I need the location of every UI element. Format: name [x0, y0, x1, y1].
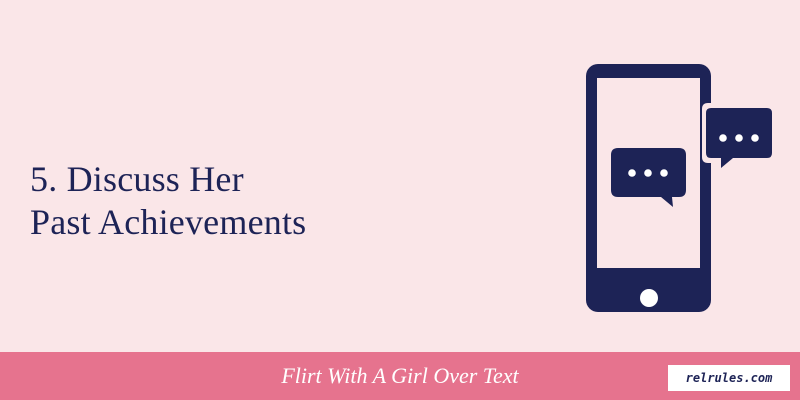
brand-badge: relrules.com: [668, 365, 790, 391]
home-button-icon: [640, 289, 658, 307]
chat-bubble-right-icon: [702, 103, 777, 177]
page-title-line-1: 5. Discuss Her: [30, 159, 244, 199]
page-title: 5. Discuss Her Past Achievements: [30, 158, 306, 244]
page-title-line-2: Past Achievements: [30, 202, 307, 242]
smartphone-chat-icon: [586, 64, 777, 312]
